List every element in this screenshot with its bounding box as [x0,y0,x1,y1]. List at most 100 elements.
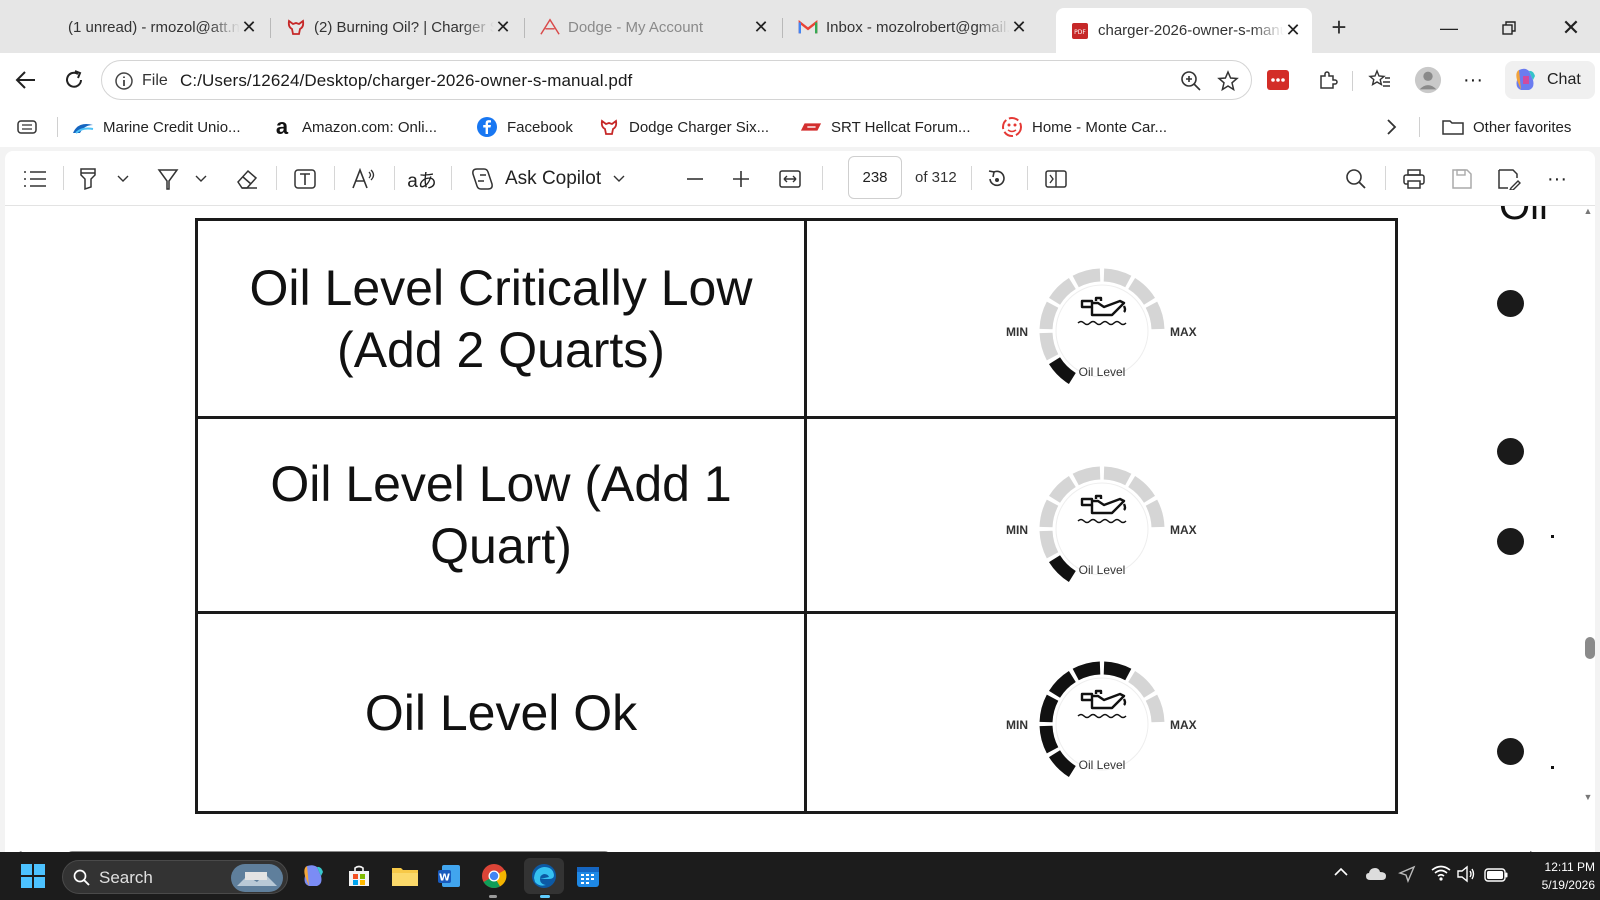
search-placeholder: Search [99,868,153,887]
draw-pen-icon[interactable] [155,165,181,193]
windows-start-icon[interactable] [17,860,49,892]
page-count: of 312 [915,169,957,186]
search-icon [73,869,90,886]
favorites-list-icon[interactable] [1366,66,1394,94]
close-icon[interactable]: ✕ [1010,17,1028,37]
tab-att-mail[interactable]: (1 unread) - rmozol@att.net ✕ [40,8,268,46]
save-as-icon[interactable] [1495,165,1523,193]
chevron-down-icon[interactable] [193,165,209,193]
favorite-facebook[interactable]: Facebook [476,115,573,139]
add-text-icon[interactable] [291,165,319,193]
volume-icon[interactable] [1456,865,1476,886]
collections-icon[interactable] [16,115,38,139]
back-arrow-icon[interactable] [12,66,40,94]
translate-icon[interactable]: aあ [407,165,437,193]
bullet-marker [1497,528,1524,555]
rotate-icon[interactable] [983,165,1011,193]
contents-list-icon[interactable] [21,165,49,193]
location-arrow-icon[interactable] [1398,865,1416,886]
tab-dodge-account[interactable]: Dodge - My Account ✕ [526,8,780,46]
folder-icon [1442,116,1464,138]
chat-label: Chat [1547,71,1581,88]
copilot-icon [1516,68,1535,90]
onedrive-cloud-icon[interactable] [1365,866,1387,885]
more-options-icon[interactable]: ··· [1543,165,1571,193]
other-favorites[interactable]: Other favorites [1442,115,1571,139]
fit-width-icon[interactable] [775,165,805,193]
taskbar-search-box[interactable]: Search [62,860,288,894]
save-icon[interactable] [1448,165,1476,193]
favorite-label: Facebook [507,118,573,136]
zoom-icon[interactable] [1180,70,1202,92]
taskbar-clock[interactable]: 12:11 PM 5/19/2026 [1505,858,1595,894]
bullet-marker [1497,738,1524,765]
microsoft-store-icon[interactable] [343,860,375,892]
scroll-down-arrow-icon[interactable]: ▼ [1583,792,1593,802]
chevron-up-icon[interactable] [1334,865,1348,880]
search-icon[interactable] [1342,165,1370,193]
highlight-icon[interactable] [75,165,101,193]
favorite-amazon[interactable]: a Amazon.com: Onli... [271,114,437,139]
close-icon[interactable]: ✕ [752,17,770,37]
favorite-marine-credit-union[interactable]: Marine Credit Unio... [72,115,241,139]
close-icon[interactable]: ✕ [1284,20,1302,40]
microsoft-edge-icon[interactable] [524,858,564,894]
google-chrome-icon[interactable] [478,860,510,892]
close-icon[interactable]: ✕ [494,17,512,37]
clock-date: 5/19/2026 [1541,878,1595,892]
wifi-icon[interactable] [1431,865,1451,884]
print-icon[interactable] [1400,165,1428,193]
gauge-segment [1103,661,1132,681]
vertical-scrollbar-thumb[interactable] [1585,637,1595,659]
gauge-caption: Oil Level [1079,365,1126,379]
chevron-down-icon[interactable] [115,165,131,193]
ram-head-icon [598,116,620,138]
profile-avatar[interactable] [1414,66,1442,94]
favorite-srt-hellcat-forum[interactable]: SRT Hellcat Forum... [800,115,970,139]
new-tab-plus-icon[interactable]: + [1325,14,1353,42]
favorite-label: Home - Monte Car... [1032,118,1168,136]
microsoft-word-icon[interactable]: W [433,860,465,892]
tab-owner-manual-pdf[interactable]: PDF charger-2026-owner-s-manual.pdf ✕ [1056,8,1312,53]
svg-text:PDF: PDF [1074,29,1086,36]
ask-copilot-button[interactable]: Ask Copilot [469,165,629,193]
ram-head-icon [286,17,306,37]
zoom-in-plus-icon[interactable] [727,165,755,193]
favorite-star-icon[interactable] [1217,70,1239,92]
scroll-up-arrow-icon[interactable]: ▲ [1583,206,1593,216]
tab-burning-oil[interactable]: (2) Burning Oil? | Charger SRT ✕ [272,8,522,46]
lastpass-extension-icon[interactable] [1264,66,1292,94]
gauge-segment [1103,466,1132,486]
close-window-icon[interactable]: ✕ [1557,14,1585,42]
facebook-icon [476,116,498,138]
more-options-icon[interactable]: ··· [1459,66,1487,94]
gauge-min-label: MIN [1006,718,1028,732]
restore-icon[interactable] [1495,14,1523,42]
copilot-app-icon[interactable] [297,860,329,892]
url-text[interactable]: C:/Users/12624/Desktop/charger-2026-owne… [180,71,632,91]
favorite-monte-carlo[interactable]: Home - Monte Car... [1001,115,1167,139]
zoom-out-minus-icon[interactable] [681,165,709,193]
page-number-input[interactable]: 238 [848,156,902,199]
table-cell-label: Oil Level Low (Add 1 Quart) [198,419,804,611]
refresh-icon[interactable] [60,66,88,94]
info-icon[interactable] [114,71,134,91]
table-cell-label: Oil Level Ok [198,614,804,811]
gauge-segment [1145,499,1165,528]
page-view-icon[interactable] [1041,165,1071,193]
file-explorer-icon[interactable] [389,860,421,892]
calendar-app-icon[interactable] [572,860,604,892]
navigation-bar: File C:/Users/12624/Desktop/charger-2026… [0,53,1600,107]
favorite-dodge-charger-six[interactable]: Dodge Charger Six... [598,115,769,139]
pdf-document-viewport[interactable]: Oil Level Critically Low (Add 2 Quarts) … [5,206,1595,846]
copilot-chat-button[interactable]: Chat [1505,61,1595,99]
gauge-caption: Oil Level [1079,563,1126,577]
tab-gmail-inbox[interactable]: Inbox - mozolrobert@gmail.com ✕ [784,8,1038,46]
read-aloud-icon[interactable] [349,165,379,193]
extensions-puzzle-icon[interactable] [1314,66,1342,94]
close-icon[interactable]: ✕ [240,17,258,37]
chevron-right-icon[interactable] [1384,115,1398,139]
minimize-icon[interactable]: — [1435,14,1463,42]
eraser-icon[interactable] [233,165,261,193]
address-bar[interactable]: File C:/Users/12624/Desktop/charger-2026… [101,60,1252,100]
